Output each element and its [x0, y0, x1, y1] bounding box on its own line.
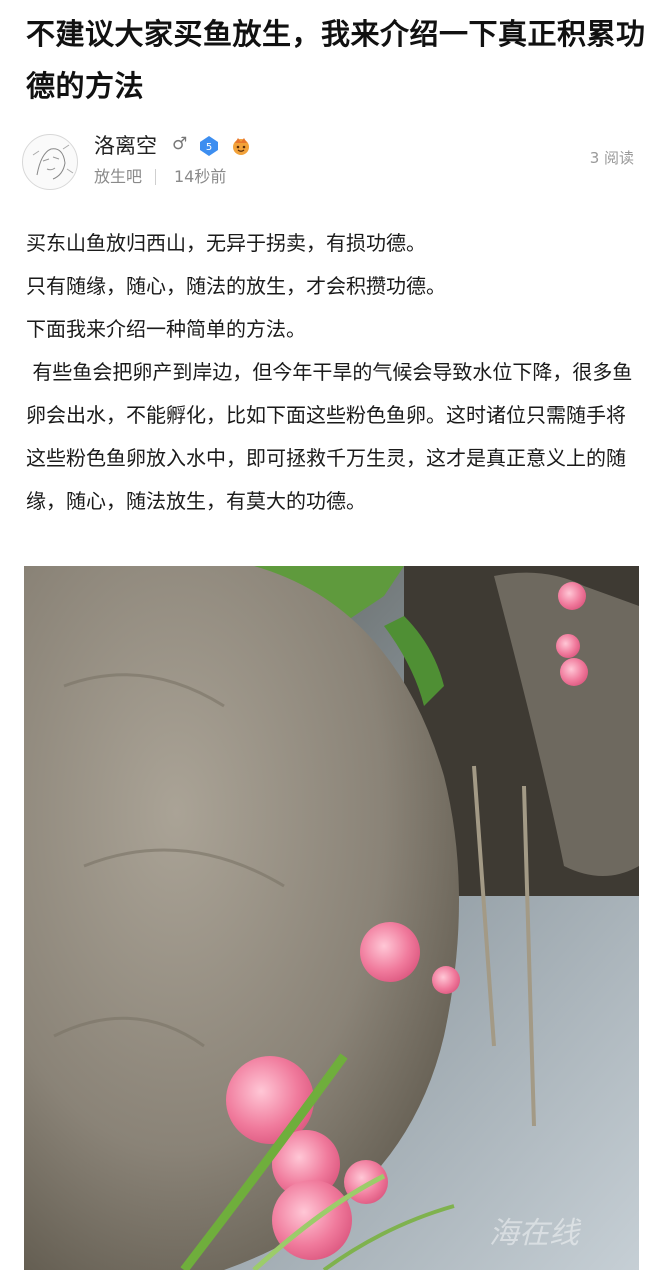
paragraph: 买东山鱼放归西山，无异于拐卖，有损功德。	[26, 231, 426, 255]
avatar-sketch-icon	[32, 144, 74, 180]
photo-watermark: 海在线	[489, 1216, 579, 1251]
post-time: 14秒前	[174, 167, 227, 186]
author-row: 洛离空 ♂ 5 放生吧 14秒前 3 阅读	[22, 130, 642, 192]
post-photo[interactable]: 海在线	[24, 566, 639, 1270]
pink-eggs-photo-illustration	[24, 566, 639, 1270]
avatar[interactable]	[22, 134, 78, 190]
forum-name[interactable]: 放生吧	[94, 166, 142, 188]
gender-male-icon: ♂	[172, 134, 188, 154]
post-body: 买东山鱼放归西山，无异于拐卖，有损功德。 只有随缘，随心，随法的放生，才会积攒功…	[26, 222, 641, 523]
read-count: 3 阅读	[589, 149, 634, 167]
paragraph: 只有随缘，随心，随法的放生，才会积攒功德。	[26, 274, 446, 298]
level-badge-icon: 5	[198, 135, 220, 157]
paragraph: 下面我来介绍一种简单的方法。	[26, 317, 306, 341]
post-title: 不建议大家买鱼放生，我来介绍一下真正积累功德的方法	[26, 17, 646, 103]
level-number: 5	[206, 142, 212, 153]
member-face-icon	[230, 135, 252, 157]
meta-divider	[155, 169, 156, 185]
paragraph: 有些鱼会把卵产到岸边，但今年干旱的气候会导致水位下降，很多鱼卵会出水，不能孵化，…	[26, 360, 633, 513]
author-name[interactable]: 洛离空	[94, 132, 157, 160]
